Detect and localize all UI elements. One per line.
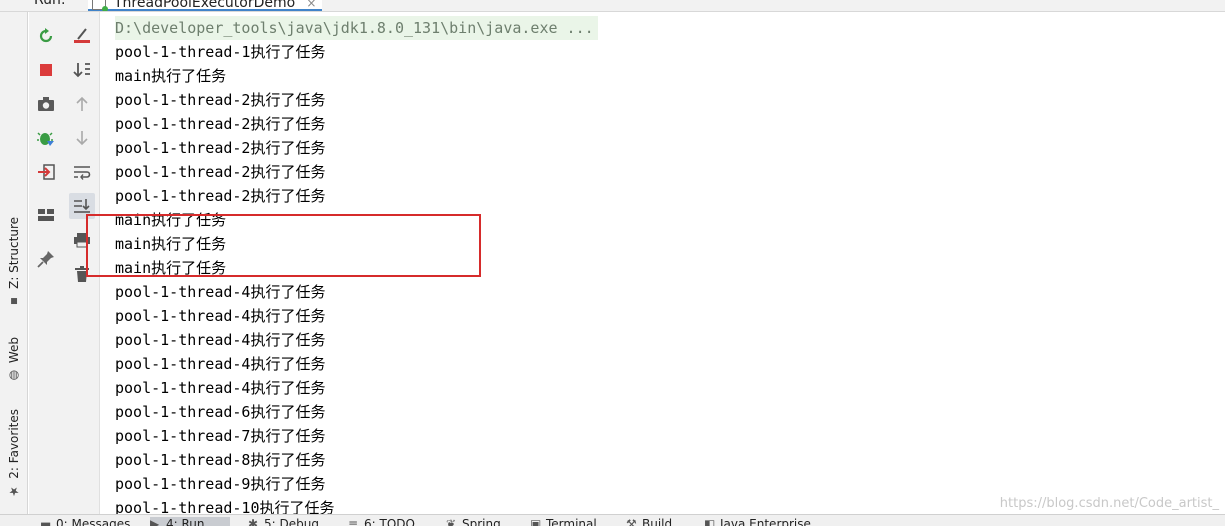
java-enterprise-icon: ◧	[704, 517, 716, 526]
console-line: main执行了任务	[115, 235, 227, 253]
close-icon[interactable]: ×	[306, 0, 316, 10]
console-line: main执行了任务	[115, 259, 227, 277]
console-line: pool-1-thread-8执行了任务	[115, 451, 326, 469]
wrap-icon	[74, 166, 91, 180]
run-toolbar-primary	[29, 12, 63, 514]
tab-run-label: 4: Run	[166, 517, 205, 526]
tab-todo[interactable]: ≡ 6: TODO	[348, 517, 415, 526]
scroll-to-end-button[interactable]	[69, 193, 95, 219]
structure-icon: ▪	[9, 294, 19, 309]
console-line: pool-1-thread-6执行了任务	[115, 403, 326, 421]
console-line: pool-1-thread-4执行了任务	[115, 283, 326, 301]
trash-icon	[75, 266, 89, 282]
run-config-tab-label: ThreadPoolExecutorDemo	[114, 0, 296, 11]
debug-icon: ✱	[248, 517, 259, 526]
arrow-up-icon	[76, 96, 88, 111]
rerun-icon	[39, 28, 53, 43]
tab-java-enterprise[interactable]: ◧ Java Enterprise	[704, 517, 811, 526]
layout-button[interactable]	[33, 202, 59, 228]
watermark-text: https://blog.csdn.net/Code_artist_	[999, 496, 1219, 511]
exit-button[interactable]	[33, 159, 59, 185]
run-config-icon	[92, 0, 108, 11]
bug-icon	[37, 132, 54, 146]
console-command-line: D:\developer_tools\java\jdk1.8.0_131\bin…	[115, 16, 598, 40]
print-button[interactable]	[69, 227, 95, 253]
scroll-to-end-icon	[74, 199, 90, 213]
tab-messages-label: 0: Messages	[56, 517, 131, 526]
console-line: main执行了任务	[115, 211, 227, 229]
sort-icon	[73, 63, 90, 78]
spring-icon: ❦	[446, 517, 457, 526]
tab-spring[interactable]: ❦ Spring	[446, 517, 501, 526]
console-line: pool-1-thread-10执行了任务	[115, 499, 335, 514]
rerun-button[interactable]	[33, 23, 59, 49]
console-line: pool-1-thread-2执行了任务	[115, 139, 326, 157]
run-config-tab[interactable]: ThreadPoolExecutorDemo ×	[88, 0, 323, 11]
tab-todo-label: 6: TODO	[364, 517, 415, 526]
delete-button[interactable]	[69, 261, 95, 287]
tab-structure[interactable]: ▪ Z: Structure	[4, 217, 24, 309]
soft-wrap-button[interactable]	[69, 159, 95, 185]
tab-web-label: Web	[7, 337, 21, 364]
layout-icon	[38, 209, 54, 221]
printer-icon	[74, 233, 90, 248]
run-toolwindow-header: Run: ThreadPoolExecutorDemo ×	[0, 0, 1225, 12]
pin-button[interactable]	[33, 246, 59, 272]
console-line: main执行了任务	[115, 67, 227, 85]
clear-all-button[interactable]	[69, 23, 95, 49]
down-button[interactable]	[69, 125, 95, 151]
sort-button[interactable]	[69, 57, 95, 83]
tab-web[interactable]: ◍ Web	[4, 337, 24, 383]
console-line: pool-1-thread-2执行了任务	[115, 187, 326, 205]
tab-messages[interactable]: ▬ 0: Messages	[40, 517, 130, 526]
tab-debug-label: 5: Debug	[264, 517, 319, 526]
stop-icon	[40, 64, 52, 76]
console-line: pool-1-thread-4执行了任务	[115, 331, 326, 349]
tab-java-enterprise-label: Java Enterprise	[720, 517, 811, 526]
tab-favorites[interactable]: ★ 2: Favorites	[4, 409, 24, 499]
console-output[interactable]: D:\developer_tools\java\jdk1.8.0_131\bin…	[101, 12, 1225, 514]
console-line: pool-1-thread-9执行了任务	[115, 475, 326, 493]
build-icon: ⚒	[626, 517, 637, 526]
tab-terminal-label: Terminal	[546, 517, 597, 526]
tab-spring-label: Spring	[462, 517, 501, 526]
tab-debug[interactable]: ✱ 5: Debug	[248, 517, 319, 526]
dump-threads-button[interactable]	[33, 91, 59, 117]
console-line: pool-1-thread-4执行了任务	[115, 355, 326, 373]
left-toolwindow-strip: ▪ Z: Structure ◍ Web ★ 2: Favorites	[0, 12, 28, 514]
bottom-toolwindow-bar: ▬ 0: Messages ▶ 4: Run ✱ 5: Debug ≡ 6: T…	[0, 514, 1225, 526]
todo-icon: ≡	[348, 517, 359, 526]
tab-structure-label: Z: Structure	[7, 217, 21, 289]
tab-favorites-label: 2: Favorites	[7, 409, 21, 479]
camera-icon	[38, 97, 54, 111]
star-icon: ★	[8, 484, 20, 499]
exit-icon	[38, 164, 55, 180]
console-line: pool-1-thread-1执行了任务	[115, 43, 326, 61]
stop-button[interactable]	[33, 57, 59, 83]
run-icon: ▶	[150, 517, 160, 526]
console-line: pool-1-thread-4执行了任务	[115, 307, 326, 325]
console-line: pool-1-thread-2执行了任务	[115, 91, 326, 109]
clear-icon	[74, 28, 90, 43]
run-label: Run:	[34, 0, 66, 8]
terminal-icon: ▣	[530, 517, 542, 526]
console-line: pool-1-thread-2执行了任务	[115, 163, 326, 181]
arrow-down-icon	[76, 131, 88, 146]
debug-rerun-button[interactable]	[33, 125, 59, 151]
pin-icon	[37, 251, 54, 268]
console-line: pool-1-thread-2执行了任务	[115, 115, 326, 133]
tab-terminal[interactable]: ▣ Terminal	[530, 517, 597, 526]
run-toolbar-secondary	[63, 12, 100, 514]
tab-build-label: Build	[642, 517, 673, 526]
console-line: pool-1-thread-7执行了任务	[115, 427, 326, 445]
console-line: pool-1-thread-4执行了任务	[115, 379, 326, 397]
tab-run[interactable]: ▶ 4: Run	[150, 517, 230, 526]
messages-icon: ▬	[40, 517, 52, 526]
up-button[interactable]	[69, 91, 95, 117]
web-icon: ◍	[8, 369, 20, 384]
tab-build[interactable]: ⚒ Build	[626, 517, 672, 526]
